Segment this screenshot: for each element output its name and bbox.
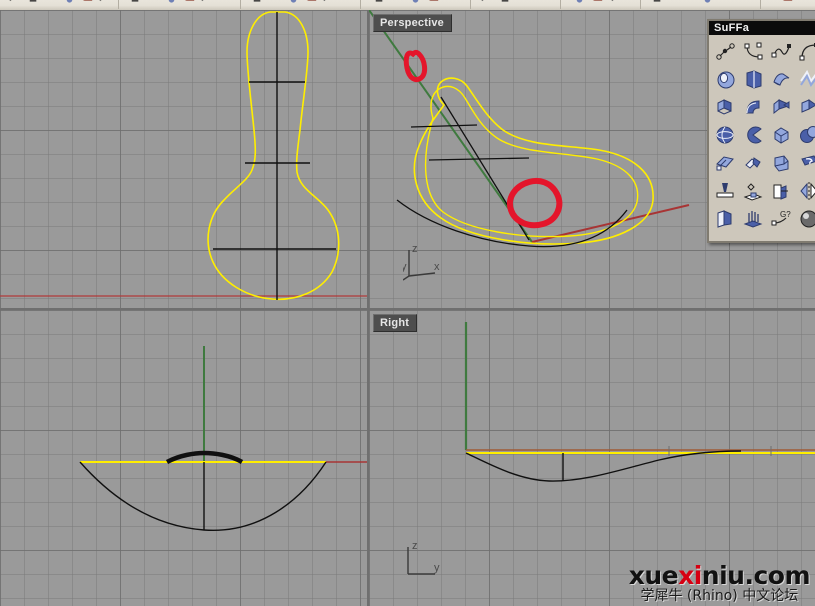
toolbar-icon-15[interactable] — [322, 0, 337, 4]
toolbar-separator-0 — [118, 0, 119, 9]
toolbar-icon-4[interactable] — [80, 0, 95, 4]
trim-surface-icon[interactable] — [710, 176, 739, 205]
toolbar-icon-14[interactable] — [304, 0, 319, 4]
toolbar-separator-6 — [760, 0, 761, 9]
toolbar-icon-9[interactable] — [182, 0, 197, 4]
svg-text:G?: G? — [780, 210, 791, 219]
toolbar-icon-29[interactable] — [780, 0, 795, 4]
viewport-top[interactable] — [0, 10, 367, 308]
gizmo-label-z: z — [412, 243, 418, 255]
viewport-label-right[interactable]: Right — [373, 314, 418, 332]
watermark-site: xuexiniu.com — [628, 561, 811, 590]
loft-surface-icon[interactable] — [794, 64, 815, 93]
extrude-along-curve-icon[interactable] — [738, 92, 767, 121]
toolbar-icon-6[interactable] — [128, 0, 143, 4]
watermark-subtitle: 学犀牛 (Rhino) 中文论坛 — [640, 588, 799, 604]
arc-curve-icon[interactable] — [794, 36, 815, 65]
toolbar-icon-26[interactable] — [650, 0, 665, 4]
toolbar-icon-27[interactable] — [668, 0, 683, 4]
toolbar-icon-21[interactable] — [498, 0, 513, 4]
project-to-cplane-icon[interactable] — [738, 176, 767, 205]
curve-edit-points-icon[interactable] — [766, 36, 795, 65]
toolbar-separator-4 — [560, 0, 561, 9]
toolbar-icon-24[interactable] — [590, 0, 605, 4]
toolbar-icon-12[interactable] — [268, 0, 283, 4]
viewport-divider-horizontal[interactable] — [0, 308, 815, 310]
toolbar-icon-11[interactable] — [250, 0, 265, 4]
render-preview-icon[interactable] — [794, 204, 815, 233]
offset-surface-icon[interactable] — [710, 148, 739, 177]
toolbar-icon-22[interactable] — [516, 0, 531, 4]
toolbar-separator-3 — [470, 0, 471, 9]
ladle-outline-perspective — [413, 77, 654, 245]
axis-gizmo-right: z y — [407, 540, 440, 575]
geometry-front — [79, 346, 367, 531]
box-icon[interactable] — [766, 120, 795, 149]
toolbar-icon-18[interactable] — [408, 0, 423, 4]
toolbar-separator-1 — [240, 0, 241, 9]
suffa-palette-title[interactable]: SuFFa — [709, 21, 815, 35]
toolbar-icon-3[interactable] — [62, 0, 77, 4]
toolbar-icon-1[interactable] — [26, 0, 41, 4]
flow-along-surface-icon[interactable] — [766, 176, 795, 205]
split-surface-icon[interactable] — [738, 148, 767, 177]
toolbar-icon-5[interactable] — [98, 0, 113, 4]
extrude-to-point-icon[interactable] — [794, 92, 815, 121]
mirror-icon[interactable] — [794, 176, 815, 205]
toolbar-icon-17[interactable] — [390, 0, 405, 4]
toolbar-icon-10[interactable] — [200, 0, 215, 4]
toolbar-icon-13[interactable] — [286, 0, 301, 4]
viewport-front[interactable] — [0, 310, 367, 606]
sphere-icon[interactable] — [710, 120, 739, 149]
curve-through-points-icon[interactable] — [710, 36, 739, 65]
suffa-toolbar-palette[interactable]: SuFFa G? — [707, 19, 815, 243]
bowl-section-front — [79, 461, 327, 531]
annotation-circle-bowl-seam — [507, 177, 563, 229]
suffa-button-grid[interactable]: G? — [709, 35, 815, 232]
fillet-surface-icon[interactable] — [766, 148, 795, 177]
geometry-top — [0, 11, 367, 301]
toolbar-separator-5 — [640, 0, 641, 9]
blend-surface-icon[interactable] — [794, 148, 815, 177]
control-point-curve-icon[interactable] — [738, 36, 767, 65]
toolbar-icon-16[interactable] — [372, 0, 387, 4]
toolbar-icon-19[interactable] — [426, 0, 441, 4]
axis-gizmo-perspective: z x y — [403, 243, 440, 281]
toolbar-icon-0[interactable] — [8, 0, 23, 4]
sweep-1-rail-icon[interactable] — [766, 64, 795, 93]
surface-from-planar-curves-icon[interactable] — [738, 64, 767, 93]
unroll-surface-icon[interactable] — [710, 204, 739, 233]
viewport-label-perspective[interactable]: Perspective — [373, 14, 452, 32]
toolbar-icon-25[interactable] — [610, 0, 625, 4]
curvature-continuity-icon[interactable]: G? — [766, 204, 795, 233]
partial-sphere-icon[interactable] — [738, 120, 767, 149]
gizmo-label-y: y — [403, 261, 407, 273]
boolean-union-icon[interactable] — [794, 120, 815, 149]
extrude-tapered-icon[interactable] — [766, 92, 795, 121]
gizmo-label-z: z — [412, 540, 418, 552]
revolve-surface-icon[interactable] — [710, 64, 739, 93]
watermark-site-suffix: niu.com — [701, 561, 811, 590]
side-section-right — [465, 450, 742, 482]
toolbar-icon-2[interactable] — [44, 0, 59, 4]
gizmo-label-x: x — [434, 261, 440, 273]
toolbar-separator-2 — [360, 0, 361, 9]
toolbar-icon-7[interactable] — [146, 0, 161, 4]
ladle-outline-perspective-inner — [424, 85, 639, 238]
heightfield-icon[interactable] — [738, 204, 767, 233]
watermark-site-prefix: xue — [628, 561, 679, 590]
toolbar-icon-23[interactable] — [572, 0, 587, 4]
toolbar-icon-20[interactable] — [480, 0, 495, 4]
watermark: xuexiniu.com 学犀牛 (Rhino) 中文论坛 — [628, 561, 811, 604]
toolbar-icon-8[interactable] — [164, 0, 179, 4]
gizmo-label-y: y — [434, 562, 440, 574]
watermark-site-accent: xi — [678, 561, 702, 590]
ladle-outline-top — [207, 11, 340, 301]
extrude-straight-icon[interactable] — [710, 92, 739, 121]
section-line-1-perspective — [410, 124, 478, 128]
toolbar-icon-28[interactable] — [700, 0, 715, 4]
